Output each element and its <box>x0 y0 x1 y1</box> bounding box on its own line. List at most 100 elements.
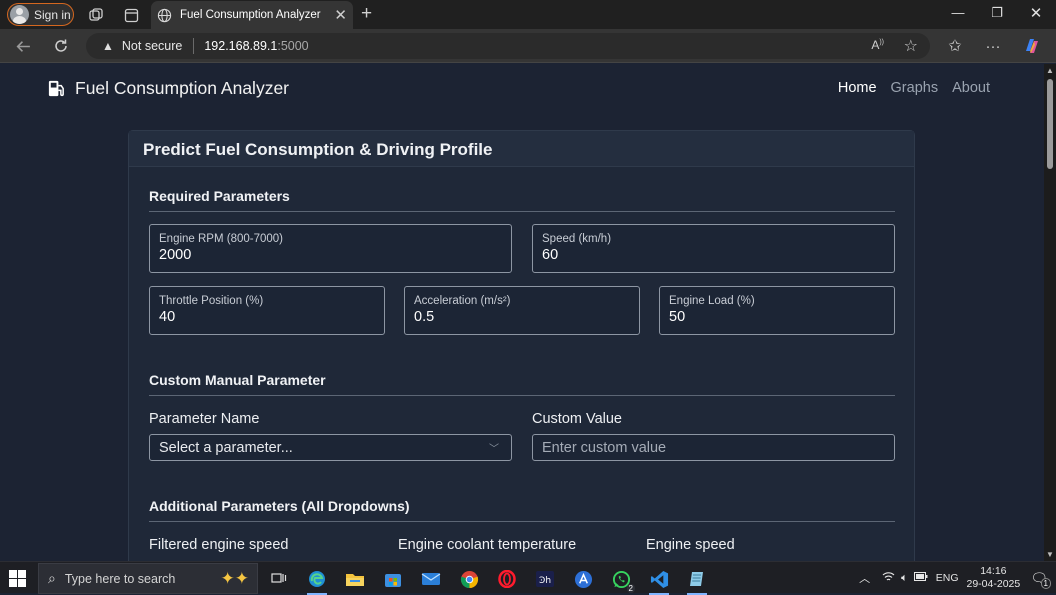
system-tray: ︿ 🔈︎ ENG 14:16 29-04-2025 🗨︎ 1 <box>859 562 1056 594</box>
address-divider <box>193 38 195 54</box>
restore-icon[interactable]: ❐ <box>987 5 1007 21</box>
language-indicator[interactable]: ENG <box>936 572 959 584</box>
close-window-icon[interactable]: ✕ <box>1026 4 1046 22</box>
page-content: Fuel Consumption Analyzer Home Graphs Ab… <box>0 64 1044 561</box>
prediction-card: Predict Fuel Consumption & Driving Profi… <box>128 130 915 561</box>
scrollbar-thumb[interactable] <box>1047 79 1053 169</box>
custom-value-label: Custom Value <box>532 411 622 427</box>
globe-icon <box>157 8 172 22</box>
file-explorer-icon[interactable] <box>338 565 372 593</box>
notification-count: 1 <box>1040 577 1051 589</box>
speed-label: Speed (km/h) <box>542 233 612 245</box>
minimize-icon[interactable]: — <box>948 5 968 20</box>
read-aloud-icon[interactable]: A)) <box>871 38 884 52</box>
warning-icon[interactable]: ▲ <box>102 39 114 53</box>
network-icon[interactable] <box>882 571 895 585</box>
refresh-icon[interactable] <box>50 35 72 57</box>
acceleration-value[interactable]: 0.5 <box>414 309 630 325</box>
page-scrollbar[interactable]: ▲ ▼ <box>1044 64 1056 561</box>
browser-title-bar: Sign in Fuel Consumption Analyzer ✕ + — … <box>0 0 1056 29</box>
edge-app-icon[interactable] <box>300 565 334 595</box>
close-tab-icon[interactable]: ✕ <box>334 6 347 24</box>
workspaces-icon[interactable] <box>85 4 107 26</box>
browser-tab-active[interactable]: Fuel Consumption Analyzer ✕ <box>151 1 353 29</box>
microsoft-store-icon[interactable] <box>376 565 410 593</box>
parameter-select-placeholder: Select a parameter... <box>159 440 293 456</box>
engine-speed-label: Engine speed <box>646 537 735 553</box>
address-bar[interactable]: ▲ Not secure 192.168.89.1:5000 A)) ☆ <box>86 33 930 59</box>
battery-icon[interactable] <box>913 572 928 584</box>
engine-rpm-label: Engine RPM (800-7000) <box>159 233 284 245</box>
nav-link-about[interactable]: About <box>952 80 990 96</box>
custom-parameter-heading: Custom Manual Parameter <box>149 372 895 396</box>
more-options-icon[interactable]: ··· <box>982 35 1004 57</box>
nav-link-graphs[interactable]: Graphs <box>891 80 939 96</box>
speed-value[interactable]: 60 <box>542 247 885 263</box>
additional-parameters-heading: Additional Parameters (All Dropdowns) <box>149 498 895 522</box>
throttle-position-label: Throttle Position (%) <box>159 295 264 307</box>
search-icon: ⌕ <box>48 570 56 586</box>
engine-coolant-temperature-label: Engine coolant temperature <box>398 537 577 553</box>
throttle-position-value[interactable]: 40 <box>159 309 375 325</box>
chevron-down-icon: ﹀ <box>489 444 499 455</box>
engine-load-value[interactable]: 50 <box>669 309 885 325</box>
opera-icon[interactable] <box>490 565 524 593</box>
new-tab-icon[interactable]: + <box>361 4 372 23</box>
url-host: 192.168.89.1 <box>204 39 278 53</box>
url-port: :5000 <box>277 39 309 53</box>
vscode-icon[interactable] <box>642 565 676 595</box>
throttle-position-field[interactable]: Throttle Position (%) 40 <box>149 286 385 335</box>
custom-value-placeholder: Enter custom value <box>542 440 667 456</box>
show-hidden-icons-icon[interactable]: ︿ <box>859 570 870 586</box>
acceleration-label: Acceleration (m/s²) <box>414 295 511 307</box>
required-parameters-heading: Required Parameters <box>149 188 895 212</box>
favorite-star-icon[interactable]: ☆ <box>904 36 918 56</box>
notepad-icon[interactable] <box>680 565 714 595</box>
parameter-name-select[interactable]: Select a parameter... ﹀ <box>149 434 512 461</box>
engine-load-label: Engine Load (%) <box>669 295 755 307</box>
dh-app-icon[interactable]: Ͽh <box>528 565 562 593</box>
engine-load-field[interactable]: Engine Load (%) 50 <box>659 286 895 335</box>
not-secure-label[interactable]: Not secure <box>122 39 182 53</box>
clock-time: 14:16 <box>980 565 1007 577</box>
speed-field[interactable]: Speed (km/h) 60 <box>532 224 895 273</box>
taskbar: ⌕ Type here to search ✦✦ Ͽh 2 ︿ 🔈︎ ENG 1… <box>0 561 1056 595</box>
filtered-engine-speed-label: Filtered engine speed <box>149 537 289 553</box>
app-store-icon[interactable] <box>566 565 600 593</box>
sign-in-button[interactable]: Sign in <box>7 3 74 26</box>
engine-rpm-field[interactable]: Engine RPM (800-7000) 2000 <box>149 224 512 273</box>
task-view-icon[interactable] <box>262 565 296 593</box>
acceleration-field[interactable]: Acceleration (m/s²) 0.5 <box>404 286 640 335</box>
fuel-pump-icon <box>48 80 64 97</box>
vertical-tabs-icon[interactable] <box>120 4 142 26</box>
scroll-down-icon[interactable]: ▼ <box>1046 550 1054 559</box>
notification-center-icon[interactable]: 🗨︎ 1 <box>1030 570 1051 589</box>
brand-title: Fuel Consumption Analyzer <box>75 78 289 98</box>
sparkle-icon: ✦✦ <box>220 569 250 588</box>
card-title: Predict Fuel Consumption & Driving Profi… <box>129 131 914 167</box>
taskbar-search-placeholder: Type here to search <box>64 571 176 586</box>
mail-icon[interactable] <box>414 565 448 593</box>
parameter-name-label: Parameter Name <box>149 411 260 427</box>
sign-in-label: Sign in <box>34 7 71 22</box>
chrome-icon[interactable] <box>452 565 486 593</box>
taskbar-search-box[interactable]: ⌕ Type here to search ✦✦ <box>38 563 258 594</box>
windows-start-icon[interactable] <box>9 570 26 587</box>
svg-text:Ͽh: Ͽh <box>539 576 551 586</box>
navbar-brand[interactable]: Fuel Consumption Analyzer <box>47 78 289 99</box>
scroll-up-icon[interactable]: ▲ <box>1046 66 1054 75</box>
tab-title: Fuel Consumption Analyzer <box>180 9 321 21</box>
clock[interactable]: 14:16 29-04-2025 <box>967 565 1021 591</box>
clock-date: 29-04-2025 <box>966 578 1021 590</box>
volume-icon[interactable]: 🔈︎ <box>901 572 908 585</box>
whatsapp-badge: 2 <box>626 584 635 593</box>
main-nav: Home Graphs About <box>838 80 990 96</box>
copilot-icon[interactable] <box>1021 35 1043 57</box>
favorites-icon[interactable]: ✩ <box>944 35 966 57</box>
back-icon[interactable] <box>12 35 34 57</box>
nav-link-home[interactable]: Home <box>838 80 877 96</box>
whatsapp-icon[interactable]: 2 <box>604 565 638 593</box>
custom-value-input[interactable]: Enter custom value <box>532 434 895 461</box>
engine-rpm-value[interactable]: 2000 <box>159 247 502 263</box>
browser-toolbar: ▲ Not secure 192.168.89.1:5000 A)) ☆ ✩ ·… <box>0 29 1056 63</box>
